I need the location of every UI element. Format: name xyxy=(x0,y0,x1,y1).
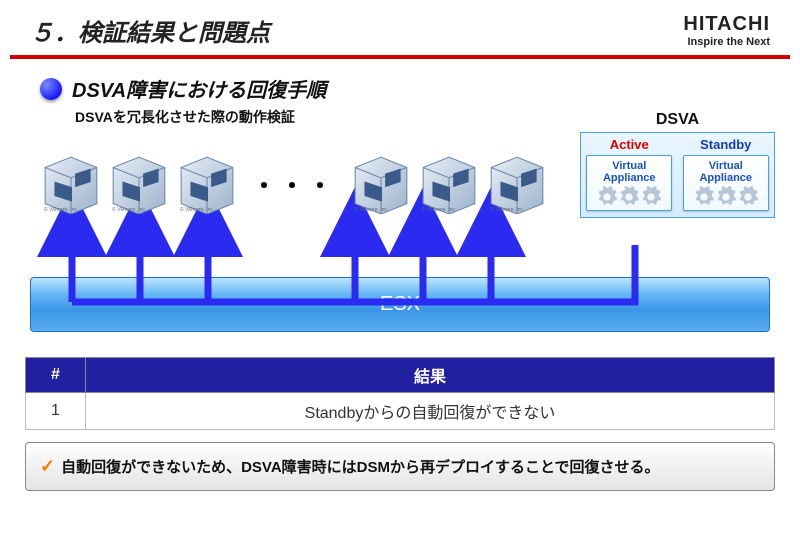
vm-box: © VMware, Inc. xyxy=(108,152,170,214)
conclusion-text: 自動回復ができないため、DSVA障害時にはDSMから再デプロイすることで回復させ… xyxy=(61,459,659,476)
row-num: 1 xyxy=(26,393,86,430)
logo-main-text: HITACHI xyxy=(683,13,770,36)
standby-label: Standby xyxy=(683,137,769,152)
va-text-2: Appliance xyxy=(589,172,669,184)
vm-copyright: © VMware, Inc. xyxy=(112,207,146,213)
vm-box: © VMware, Inc. xyxy=(418,152,480,214)
gear-icon xyxy=(640,186,662,208)
company-logo: HITACHI Inspire the Next xyxy=(683,13,770,48)
vm-row: © VMware, Inc. © VMware, Inc. © VMware, … xyxy=(40,152,548,214)
ellipsis: ・・・ xyxy=(244,166,344,201)
gear-icon xyxy=(596,186,618,208)
conclusion-box: ✓ 自動回復ができないため、DSVA障害時にはDSMから再デプロイすることで回復さ… xyxy=(25,442,775,491)
dsva-standby-col: Standby Virtual Appliance xyxy=(683,137,769,211)
slide-title: ５．検証結果と問題点 xyxy=(30,13,270,48)
esx-label: ESX xyxy=(380,293,420,316)
gear-icons xyxy=(686,186,766,208)
gear-icon xyxy=(715,186,737,208)
virtual-appliance-box: Virtual Appliance xyxy=(683,155,769,211)
virtual-appliance-box: Virtual Appliance xyxy=(586,155,672,211)
vm-copyright: © VMware, Inc. xyxy=(354,207,388,213)
dsva-container: DSVA Active Virtual Appliance Standby Vi xyxy=(580,132,775,218)
vm-box: © VMware, Inc. xyxy=(176,152,238,214)
check-icon: ✓ xyxy=(40,456,55,476)
section-title: DSVA障害における回復手順 xyxy=(72,74,326,103)
gear-icons xyxy=(589,186,669,208)
esx-layer: ESX xyxy=(30,277,770,332)
bullet-icon xyxy=(40,78,62,100)
diagram-area: ESX © VMware, Inc. © VMware xyxy=(25,137,775,357)
vm-copyright: © VMware, Inc. xyxy=(422,207,456,213)
vm-copyright: © VMware, Inc. xyxy=(490,207,524,213)
gear-icon xyxy=(693,186,715,208)
slide-header: ５．検証結果と問題点 HITACHI Inspire the Next xyxy=(0,0,800,55)
vm-copyright: © VMware, Inc. xyxy=(44,207,78,213)
va-text-2: Appliance xyxy=(686,172,766,184)
table-header-num: # xyxy=(26,358,86,393)
header-divider xyxy=(10,55,790,59)
row-result: Standbyからの自動回復ができない xyxy=(86,393,775,430)
vm-box: © VMware, Inc. xyxy=(350,152,412,214)
dsva-label: DSVA xyxy=(581,111,774,129)
section-head: DSVA障害における回復手順 xyxy=(0,74,800,103)
va-text-1: Virtual xyxy=(686,160,766,172)
vm-copyright: © VMware, Inc. xyxy=(180,207,214,213)
active-label: Active xyxy=(586,137,672,152)
table-row: 1 Standbyからの自動回復ができない xyxy=(26,393,775,430)
gear-icon xyxy=(737,186,759,208)
va-text-1: Virtual xyxy=(589,160,669,172)
dsva-active-col: Active Virtual Appliance xyxy=(586,137,672,211)
result-table: # 結果 1 Standbyからの自動回復ができない xyxy=(25,357,775,430)
logo-sub-text: Inspire the Next xyxy=(683,36,770,48)
table-header-result: 結果 xyxy=(86,358,775,393)
gear-icon xyxy=(618,186,640,208)
vm-box: © VMware, Inc. xyxy=(40,152,102,214)
vm-box: © VMware, Inc. xyxy=(486,152,548,214)
